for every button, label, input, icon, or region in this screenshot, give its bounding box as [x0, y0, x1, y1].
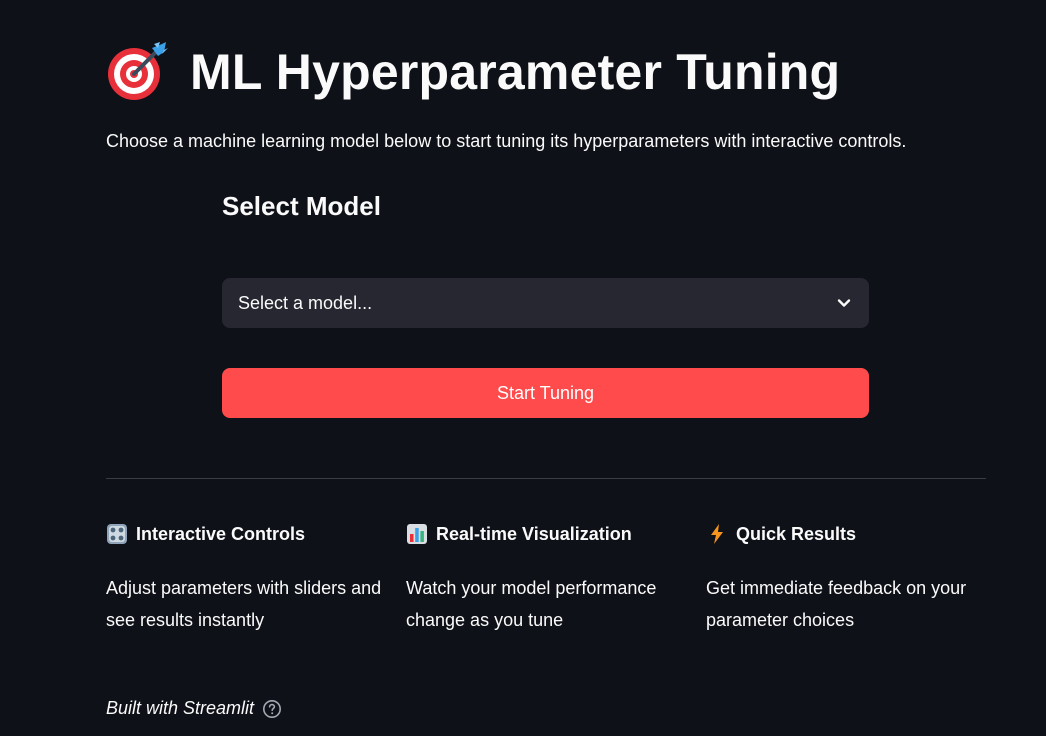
model-select-value: Select a model...: [238, 292, 373, 313]
feature-quick-results: Quick Results Get immediate feedback on …: [706, 520, 986, 636]
app-page: ML Hyperparameter Tuning Choose a machin…: [0, 0, 1046, 736]
footer: Built with Streamlit: [106, 698, 282, 719]
help-circle-icon[interactable]: [262, 699, 282, 719]
bar-chart-icon: [406, 523, 428, 545]
feature-description: Adjust parameters with sliders and see r…: [106, 578, 382, 630]
feature-title-row: Quick Results: [706, 520, 986, 548]
feature-title: Quick Results: [736, 524, 857, 544]
feature-realtime-visualization: Real-time Visualization Watch your model…: [406, 520, 686, 636]
direct-hit-target-icon: [106, 40, 170, 104]
feature-title-row: Real-time Visualization: [406, 520, 686, 548]
feature-title: Interactive Controls: [136, 524, 306, 544]
lightning-icon: [706, 523, 728, 545]
divider: [106, 478, 986, 479]
chevron-down-icon: [835, 294, 853, 312]
page-title: ML Hyperparameter Tuning: [190, 44, 841, 100]
feature-title-row: Interactive Controls: [106, 520, 386, 548]
feature-interactive-controls: Interactive Controls Adjust parameters w…: [106, 520, 386, 636]
control-knobs-icon: [106, 523, 128, 545]
page-header: ML Hyperparameter Tuning: [106, 36, 840, 108]
model-select[interactable]: Select a model...: [222, 278, 869, 328]
feature-description: Watch your model performance change as y…: [406, 578, 657, 630]
select-model-heading: Select Model: [222, 191, 381, 221]
feature-title: Real-time Visualization: [436, 524, 632, 544]
footer-text: Built with Streamlit: [106, 698, 255, 718]
start-tuning-button[interactable]: Start Tuning: [222, 368, 869, 418]
page-subtitle: Choose a machine learning model below to…: [106, 131, 907, 151]
feature-description: Get immediate feedback on your parameter…: [706, 578, 967, 630]
